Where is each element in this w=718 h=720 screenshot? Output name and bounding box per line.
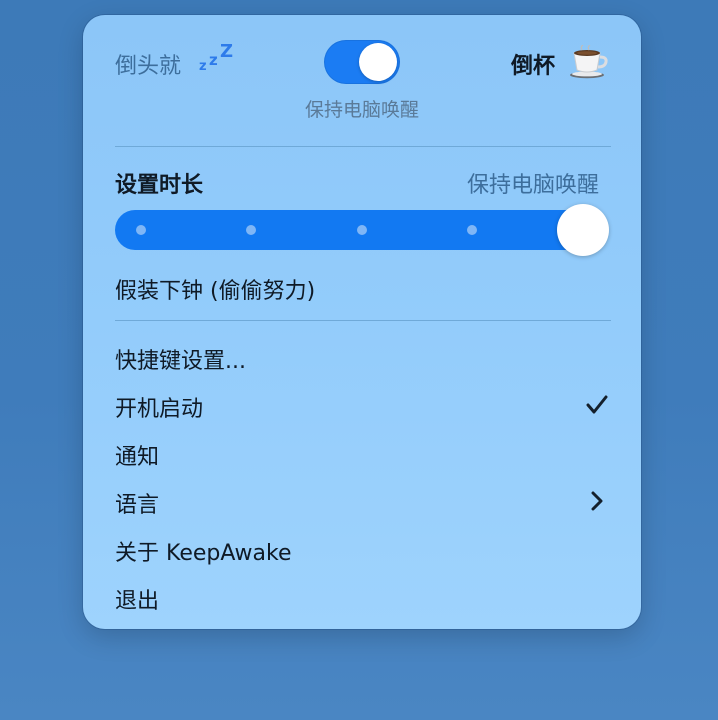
coffee-cup-icon bbox=[569, 44, 609, 79]
keep-awake-toggle[interactable] bbox=[324, 40, 400, 84]
menu-item-about[interactable]: 关于 KeepAwake bbox=[115, 535, 291, 567]
menu-item-quit[interactable]: 退出 bbox=[115, 583, 159, 615]
slider-tick bbox=[246, 225, 256, 235]
slider-thumb[interactable] bbox=[557, 204, 609, 256]
zzz-letter-2: z bbox=[209, 51, 218, 69]
divider bbox=[115, 320, 611, 321]
slider-tick bbox=[136, 225, 146, 235]
slider-tick bbox=[467, 225, 477, 235]
menu-item-language[interactable]: 语言 bbox=[115, 487, 159, 519]
zzz-letter-3: Z bbox=[220, 41, 234, 62]
slider-tick bbox=[357, 225, 367, 235]
sleep-mode-label[interactable]: 倒头就 bbox=[115, 48, 181, 80]
toggle-knob bbox=[359, 43, 397, 81]
coffee-mode-label[interactable]: 倒杯 bbox=[511, 48, 555, 80]
keepawake-menu-panel: 倒头就 z z Z 保持电脑唤醒 倒杯 设置时长 保持电脑唤醒 假装下钟 (偷偷… bbox=[83, 15, 641, 629]
toggle-label: 保持电脑唤醒 bbox=[304, 99, 419, 121]
duration-title: 设置时长 bbox=[115, 173, 204, 198]
chevron-right-icon bbox=[586, 488, 608, 514]
duration-value: 保持电脑唤醒 bbox=[466, 173, 599, 198]
menu-item-notifications[interactable]: 通知 bbox=[115, 439, 159, 471]
menu-item-shortcuts[interactable]: 快捷键设置... bbox=[115, 343, 246, 375]
divider bbox=[115, 146, 611, 147]
duration-slider[interactable] bbox=[115, 204, 609, 256]
checkmark-icon bbox=[583, 391, 611, 419]
fake-sleep-item[interactable]: 假装下钟 (偷偷努力) bbox=[115, 273, 315, 305]
zzz-letter-1: z bbox=[199, 59, 207, 74]
menu-item-launch-at-login[interactable]: 开机启动 bbox=[115, 391, 203, 423]
